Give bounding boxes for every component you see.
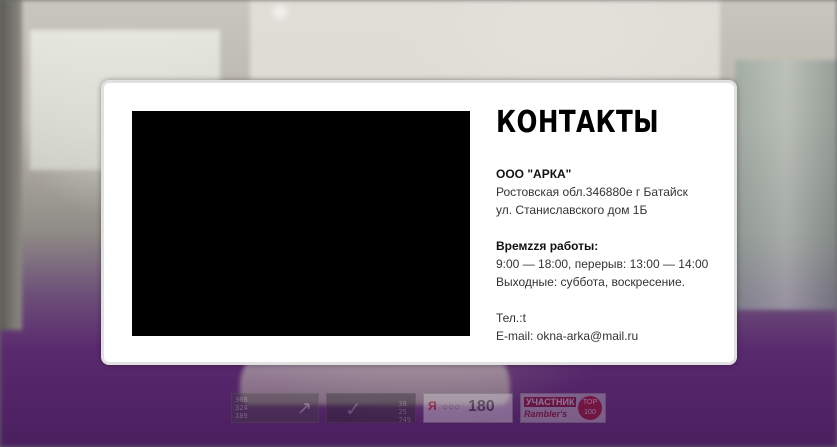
arrow-up-right-icon: ↗ [296, 398, 312, 418]
company-name: ООО "АРКА" [496, 167, 572, 181]
counter-digit: 25 [398, 408, 407, 416]
rambler-line-1: УЧАСТНИК [524, 397, 577, 407]
counters-row: 360 324 189 ↗ ✓ 38 25 749 Я ○○○ 180 УЧАС… [231, 393, 611, 424]
second-counter-digits: 38 25 749 [398, 400, 411, 424]
phone-text: Тел.:t [496, 311, 526, 325]
address-line-2: ул. Станиславского дом 1Б [496, 203, 648, 217]
address-block: ООО "АРКА" Ростовская обл.346880е г Бата… [496, 165, 726, 219]
counter-digit: 360 [235, 396, 248, 404]
email-text[interactable]: E-mail: okna-arka@mail.ru [496, 327, 726, 345]
hours-block: Времzzя работы: 9:00 — 18:00, перерыв: 1… [496, 237, 726, 291]
rings-icon: ○○○ [442, 402, 461, 413]
counter-digit: 749 [398, 416, 411, 424]
background-wall-panels [250, 0, 720, 80]
second-counter[interactable]: ✓ 38 25 749 [326, 393, 416, 424]
top100-badge: TOP 100 [578, 396, 602, 420]
background-glass-door [735, 60, 837, 310]
page-title: КОНТАКТЫ [496, 105, 660, 140]
background-column [0, 0, 22, 330]
contacts-info: КОНТАКТЫ ООО "АРКА" Ростовская обл.34688… [496, 103, 726, 345]
hours-weekdays: 9:00 — 18:00, перерыв: 13:00 — 14:00 [496, 257, 709, 271]
hours-weekend: Выходные: суббота, воскресение. [496, 275, 686, 289]
counter-digit: 189 [235, 412, 248, 420]
yandex-value: 180 [468, 398, 495, 415]
liveinternet-digits: 360 324 189 [235, 396, 248, 420]
rambler-line-2: Rambler's [524, 409, 568, 419]
check-swoosh-icon: ✓ [345, 399, 362, 421]
rambler-top100-badge[interactable]: УЧАСТНИК Rambler's TOP 100 [520, 393, 606, 423]
yandex-counter[interactable]: Я ○○○ 180 [423, 393, 513, 423]
counter-digit: 324 [235, 404, 248, 412]
counter-digit: 38 [398, 400, 407, 408]
address-line-1: Ростовская обл.346880е г Батайск [496, 185, 688, 199]
map-embed[interactable] [132, 111, 470, 336]
contact-block: Тел.:t E-mail: okna-arka@mail.ru [496, 309, 726, 345]
hours-title: Времzzя работы: [496, 239, 599, 253]
yandex-logo: Я [428, 399, 437, 413]
liveinternet-counter[interactable]: 360 324 189 ↗ [231, 393, 319, 423]
contacts-panel: КОНТАКТЫ ООО "АРКА" Ростовская обл.34688… [101, 80, 737, 365]
